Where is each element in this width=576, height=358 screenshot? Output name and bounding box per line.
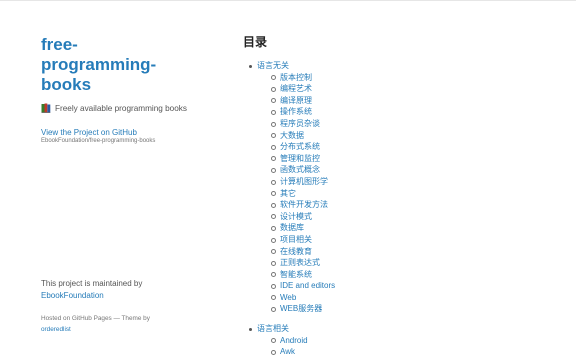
toc-section-link[interactable]: 语言相关 (257, 324, 289, 333)
toc-item-link[interactable]: 数据库 (280, 223, 304, 232)
toc-item-link[interactable]: 程序员杂谈 (280, 119, 320, 128)
toc-item-link[interactable]: 分布式系统 (280, 142, 320, 151)
hosted-footer: Hosted on GitHub Pages — Theme by ordere… (41, 313, 211, 335)
toc-item-link[interactable]: 版本控制 (280, 73, 312, 82)
books-icon (41, 103, 51, 113)
toc-item: IDE and editors (271, 280, 563, 292)
toc-item: 编程艺术 (271, 83, 563, 95)
github-repo-name: EbookFoundation/free-programming-books (41, 138, 156, 144)
tagline: Freely available programming books (41, 103, 211, 113)
toc-item-link[interactable]: 大数据 (280, 131, 304, 140)
toc-item: 函数式概念 (271, 164, 563, 176)
tagline-text: Freely available programming books (55, 103, 187, 113)
toc-item-link[interactable]: 其它 (280, 189, 296, 198)
toc-sublist: Android Awk (257, 335, 563, 358)
toc-list: 语言无关 版本控制 编程艺术 编译原理 操作系统 程序员杂谈 大数据 分布式系统… (243, 60, 563, 358)
toc-item: 设计模式 (271, 211, 563, 223)
toc-item-link[interactable]: 编译原理 (280, 96, 312, 105)
toc-item: 操作系统 (271, 106, 563, 118)
toc-item-link[interactable]: WEB服务器 (280, 304, 322, 313)
toc-section-link[interactable]: 语言无关 (257, 61, 289, 70)
toc-item: Web (271, 292, 563, 304)
toc-item-link[interactable]: 在线教育 (280, 247, 312, 256)
title-line-2: programming- (41, 55, 157, 74)
title-line-3: books (41, 75, 92, 94)
toc-item: 正则表达式 (271, 257, 563, 269)
toc-item: 程序员杂谈 (271, 118, 563, 130)
toc-section: 语言无关 版本控制 编程艺术 编译原理 操作系统 程序员杂谈 大数据 分布式系统… (249, 60, 563, 315)
toc-item-link[interactable]: Web (280, 293, 296, 302)
toc-item-link[interactable]: 操作系统 (280, 107, 312, 116)
theme-author-link[interactable]: orderedlist (41, 326, 71, 333)
toc-item: 编译原理 (271, 95, 563, 107)
toc-item-link[interactable]: 管理和监控 (280, 154, 320, 163)
project-title-link[interactable]: free- programming- books (41, 35, 211, 95)
toc-item-link[interactable]: 软件开发方法 (280, 200, 328, 209)
toc-item: 其它 (271, 188, 563, 200)
toc-item-link[interactable]: 编程艺术 (280, 84, 312, 93)
toc-item: WEB服务器 (271, 303, 563, 315)
toc-sublist: 版本控制 编程艺术 编译原理 操作系统 程序员杂谈 大数据 分布式系统 管理和监… (257, 72, 563, 315)
toc-item-link[interactable]: 项目相关 (280, 235, 312, 244)
toc-item: 项目相关 (271, 234, 563, 246)
main-content: 目录 语言无关 版本控制 编程艺术 编译原理 操作系统 程序员杂谈 大数据 分布… (243, 34, 563, 358)
toc-item: 计算机图形学 (271, 176, 563, 188)
toc-item: Android (271, 335, 563, 347)
toc-item: 分布式系统 (271, 141, 563, 153)
title-line-1: free- (41, 35, 78, 54)
toc-item: 管理和监控 (271, 153, 563, 165)
toc-item: 数据库 (271, 222, 563, 234)
toc-item-link[interactable]: IDE and editors (280, 281, 335, 290)
maintained-by: This project is maintained by EbookFound… (41, 278, 211, 302)
toc-item-link[interactable]: 计算机图形学 (280, 177, 328, 186)
toc-heading: 目录 (243, 35, 268, 49)
toc-item-link[interactable]: Awk (280, 347, 295, 356)
top-border (0, 0, 576, 3)
toc-item-link[interactable]: 正则表达式 (280, 258, 320, 267)
toc-item: 大数据 (271, 130, 563, 142)
toc-item-link[interactable]: Android (280, 336, 308, 345)
toc-item: 版本控制 (271, 72, 563, 84)
sidebar: free- programming- books Freely availabl… (41, 35, 211, 144)
toc-item-link[interactable]: 设计模式 (280, 212, 312, 221)
toc-item: 软件开发方法 (271, 199, 563, 211)
toc-item: Awk (271, 346, 563, 358)
hosted-text: Hosted on GitHub Pages — Theme by (41, 315, 150, 322)
toc-item-link[interactable]: 智能系统 (280, 270, 312, 279)
toc-item: 智能系统 (271, 269, 563, 281)
toc-item: 在线教育 (271, 246, 563, 258)
maintainer-link[interactable]: EbookFoundation (41, 291, 104, 300)
toc-item-link[interactable]: 函数式概念 (280, 165, 320, 174)
maintained-text: This project is maintained by (41, 279, 143, 288)
toc-section: 语言相关 Android Awk (249, 323, 563, 358)
github-project-link[interactable]: View the Project on GitHub (41, 128, 211, 137)
